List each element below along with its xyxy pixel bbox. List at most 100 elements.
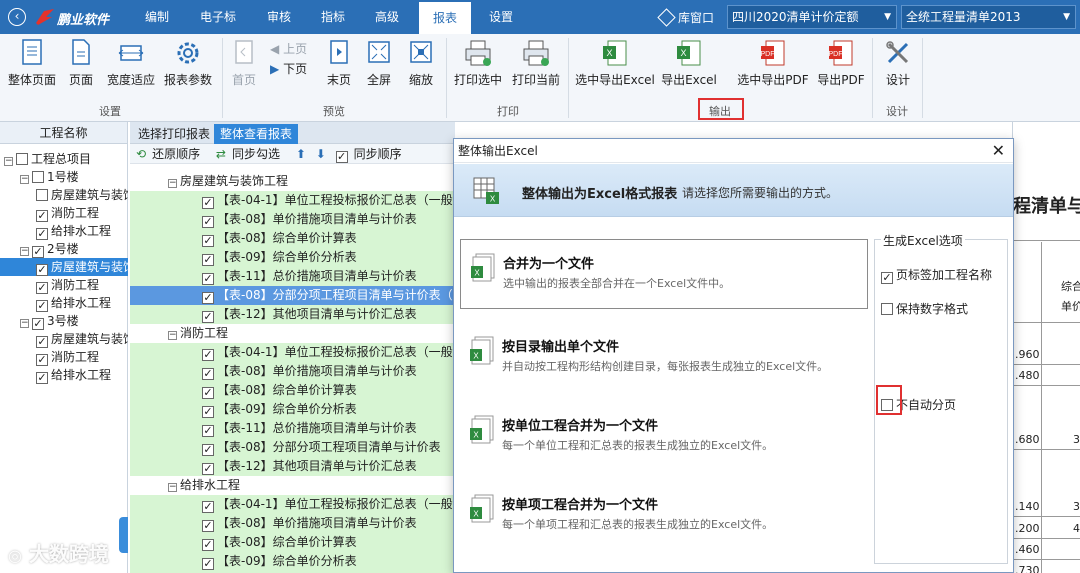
- by-unit-project-option[interactable]: X 按单位工程合并为一个文件 每一个单位工程和汇总表的报表生成独立的Excel文件。: [460, 402, 868, 472]
- checkbox[interactable]: ✓: [36, 210, 48, 222]
- checkbox[interactable]: [32, 171, 44, 183]
- report-item[interactable]: ✓ 【表-08】综合单价计算表: [130, 229, 455, 248]
- report-item[interactable]: ✓ 【表-04-1】单位工程投标报价汇总表（一般: [130, 495, 455, 514]
- checkbox[interactable]: [36, 189, 48, 201]
- checkbox[interactable]: ✓: [202, 235, 214, 247]
- shrink-button[interactable]: 缩放: [404, 38, 438, 88]
- tab-electronic-bid[interactable]: 电子标: [188, 0, 248, 34]
- checkbox[interactable]: ✓: [202, 197, 214, 209]
- merge-one-file-option[interactable]: X 合并为一个文件 选中输出的报表全部合并在一个Excel文件中。: [460, 239, 868, 309]
- page-button[interactable]: 页面: [62, 38, 100, 88]
- checkbox[interactable]: ✓: [202, 311, 214, 323]
- tab-index[interactable]: 指标: [310, 0, 356, 34]
- report-group[interactable]: − 消防工程: [130, 324, 455, 343]
- collapse-icon[interactable]: −: [168, 331, 177, 340]
- checkbox[interactable]: ✓: [36, 264, 48, 276]
- checkbox[interactable]: ✓: [32, 246, 44, 258]
- tab-audit[interactable]: 审核: [256, 0, 302, 34]
- checkbox[interactable]: [16, 153, 28, 165]
- move-up-icon[interactable]: ⬆: [296, 147, 306, 161]
- export-selected-pdf-button[interactable]: PDF 选中导出PDF: [736, 38, 810, 88]
- tree-item[interactable]: ✓房屋建筑与装饰工程: [0, 330, 128, 348]
- checkbox[interactable]: ✓: [202, 539, 214, 551]
- checkbox[interactable]: ✓: [202, 216, 214, 228]
- tree-item[interactable]: ✓ 给排水工程: [0, 222, 128, 240]
- report-item[interactable]: ✓ 【表-08】单价措施项目清单与计价表: [130, 362, 455, 381]
- collapse-icon[interactable]: −: [168, 483, 177, 492]
- checkbox[interactable]: ✓: [202, 273, 214, 285]
- checkbox[interactable]: ✓: [32, 318, 44, 330]
- by-single-project-option[interactable]: X 按单项工程合并为一个文件 每一个单项工程和汇总表的报表生成独立的Excel文件。: [460, 481, 868, 551]
- report-item[interactable]: ✓ 【表-12】其他项目清单与计价汇总表: [130, 305, 455, 324]
- tree-item[interactable]: − ✓ 2号楼: [0, 240, 128, 258]
- tree-item[interactable]: ✓ 消防工程: [0, 276, 128, 294]
- report-item[interactable]: ✓ 【表-08】综合单价计算表: [130, 381, 455, 400]
- report-item[interactable]: ✓【表-11】总价措施项目清单与计价表: [130, 419, 455, 438]
- collapse-icon[interactable]: −: [20, 175, 29, 184]
- checkbox[interactable]: ✓: [36, 336, 48, 348]
- last-page-button[interactable]: 末页: [322, 38, 356, 88]
- move-down-icon[interactable]: ⬇: [316, 147, 326, 161]
- tab-view-all-reports[interactable]: 整体查看报表: [214, 124, 299, 144]
- collapse-icon[interactable]: −: [20, 247, 29, 256]
- collapse-handle[interactable]: [119, 517, 128, 553]
- report-params-button[interactable]: 报表参数: [162, 38, 214, 88]
- print-current-button[interactable]: 打印当前: [510, 38, 562, 88]
- first-page-button[interactable]: 首页: [228, 38, 260, 88]
- report-item[interactable]: ✓ 【表-04-1】单位工程投标报价汇总表（一般: [130, 191, 455, 210]
- tab-compile[interactable]: 编制: [134, 0, 180, 34]
- width-fit-button[interactable]: 宽度适应: [104, 38, 158, 88]
- sync-order-checkbox[interactable]: ✓ 同步顺序: [335, 147, 408, 163]
- bill-standard-select[interactable]: 全统工程量清单2013 ▼: [901, 5, 1076, 29]
- checkbox[interactable]: ✓: [202, 444, 214, 456]
- tree-item[interactable]: − 工程总项目: [0, 150, 128, 168]
- library-window-button[interactable]: 库窗口: [657, 8, 714, 27]
- report-item[interactable]: ✓【表-11】总价措施项目清单与计价表: [130, 267, 455, 286]
- back-icon[interactable]: ‹: [8, 8, 26, 26]
- report-item[interactable]: ✓ 【表-12】其他项目清单与计价汇总表: [130, 457, 455, 476]
- export-excel-button[interactable]: X 导出Excel: [660, 38, 718, 88]
- keep-number-format-checkbox[interactable]: 保持数字格式: [881, 300, 968, 317]
- tree-item[interactable]: ✓ 消防工程: [0, 348, 128, 366]
- collapse-icon[interactable]: −: [168, 179, 177, 188]
- report-item[interactable]: ✓ 【表-08】综合单价计算表: [130, 533, 455, 552]
- tree-item[interactable]: ✓ 消防工程: [0, 204, 128, 222]
- report-item[interactable]: ✓ 【表-09】综合单价分析表: [130, 552, 455, 571]
- tab-advanced[interactable]: 高级: [364, 0, 410, 34]
- tree-item[interactable]: ✓ 给排水工程: [0, 294, 128, 312]
- checkbox[interactable]: ✓: [202, 349, 214, 361]
- tree-item[interactable]: ✓房屋建筑与装饰工程: [0, 258, 128, 276]
- checkbox[interactable]: ✓: [202, 254, 214, 266]
- checkbox[interactable]: ✓: [202, 406, 214, 418]
- checkbox[interactable]: ✓: [36, 282, 48, 294]
- report-item[interactable]: ✓ 【表-08】单价措施项目清单与计价表: [130, 514, 455, 533]
- checkbox[interactable]: ✓: [36, 300, 48, 312]
- export-selected-excel-button[interactable]: X 选中导出Excel: [574, 38, 656, 88]
- page-tab-project-name-checkbox[interactable]: ✓ 页标签加工程名称: [881, 266, 992, 284]
- close-icon[interactable]: ✕: [992, 139, 1005, 163]
- tree-item[interactable]: − ✓ 3号楼: [0, 312, 128, 330]
- report-item[interactable]: ✓ 【表-09】综合单价分析表: [130, 400, 455, 419]
- sync-check-button[interactable]: ⇄ 同步勾选: [216, 147, 286, 161]
- tab-select-print-reports[interactable]: 选择打印报表: [132, 124, 216, 144]
- print-selected-button[interactable]: 打印选中: [452, 38, 504, 88]
- tree-item[interactable]: − 1号楼: [0, 168, 128, 186]
- report-item[interactable]: ✓ 【表-09】综合单价分析表: [130, 248, 455, 267]
- design-button[interactable]: 设计: [878, 38, 918, 88]
- checkbox[interactable]: ✓: [202, 292, 214, 304]
- collapse-icon[interactable]: −: [20, 319, 29, 328]
- checkbox[interactable]: ✓: [202, 463, 214, 475]
- checkbox[interactable]: ✓: [202, 520, 214, 532]
- full-screen-button[interactable]: 全屏: [362, 38, 396, 88]
- checkbox[interactable]: ✓: [202, 425, 214, 437]
- tab-settings[interactable]: 设置: [478, 0, 524, 34]
- report-item[interactable]: ✓ 【表-08】单价措施项目清单与计价表: [130, 210, 455, 229]
- checkbox[interactable]: ✓: [36, 228, 48, 240]
- checkbox[interactable]: ✓: [36, 354, 48, 366]
- checkbox[interactable]: ✓: [202, 387, 214, 399]
- quota-select[interactable]: 四川2020清单计价定额 ▼: [727, 5, 897, 29]
- restore-order-button[interactable]: ⟲ 还原顺序: [136, 147, 206, 161]
- prev-page-button[interactable]: ◀ 上页: [270, 40, 316, 57]
- report-group[interactable]: − 给排水工程: [130, 476, 455, 495]
- next-page-button[interactable]: ▶ 下页: [270, 60, 316, 77]
